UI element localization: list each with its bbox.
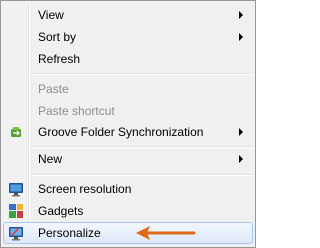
menu-item-label: Gadgets xyxy=(38,204,84,218)
menu-item-gadgets[interactable]: Gadgets xyxy=(3,200,253,222)
personalize-icon xyxy=(9,227,23,241)
groove-sync-icon xyxy=(11,127,21,137)
menu-item-new[interactable]: New xyxy=(3,148,253,170)
gadgets-icon xyxy=(9,204,23,218)
menu-item-view[interactable]: View xyxy=(3,4,253,26)
menu-item-paste-shortcut[interactable]: Paste shortcut xyxy=(3,100,253,122)
menu-item-label: Paste shortcut xyxy=(38,104,115,118)
submenu-arrow-icon xyxy=(239,11,243,19)
menu-item-paste[interactable]: Paste xyxy=(3,78,253,100)
menu-item-label: Groove Folder Synchronization xyxy=(38,125,204,139)
submenu-arrow-icon xyxy=(239,33,243,41)
menu-item-label: Screen resolution xyxy=(38,182,132,196)
menu-separator xyxy=(31,174,253,176)
menu-item-label: Sort by xyxy=(38,30,77,44)
menu-separator xyxy=(31,73,253,75)
menu-item-label: Refresh xyxy=(38,52,81,66)
menu-item-personalize[interactable]: Personalize xyxy=(3,222,253,244)
menu-item-label: Personalize xyxy=(38,226,101,240)
menu-item-refresh[interactable]: Refresh xyxy=(3,48,253,70)
menu-item-sort-by[interactable]: Sort by xyxy=(3,26,253,48)
annotation-arrow-icon xyxy=(136,226,196,240)
menu-item-groove-folder-synchronization[interactable]: Groove Folder Synchronization xyxy=(3,121,253,143)
monitor-icon xyxy=(9,183,23,197)
submenu-arrow-icon xyxy=(239,155,243,163)
menu-item-label: View xyxy=(38,8,64,22)
submenu-arrow-icon xyxy=(239,128,243,136)
menu-item-label: Paste xyxy=(38,82,69,96)
context-menu: View Sort by Refresh Paste Paste shortcu… xyxy=(0,0,256,248)
menu-item-screen-resolution[interactable]: Screen resolution xyxy=(3,178,253,200)
menu-item-label: New xyxy=(38,152,63,166)
